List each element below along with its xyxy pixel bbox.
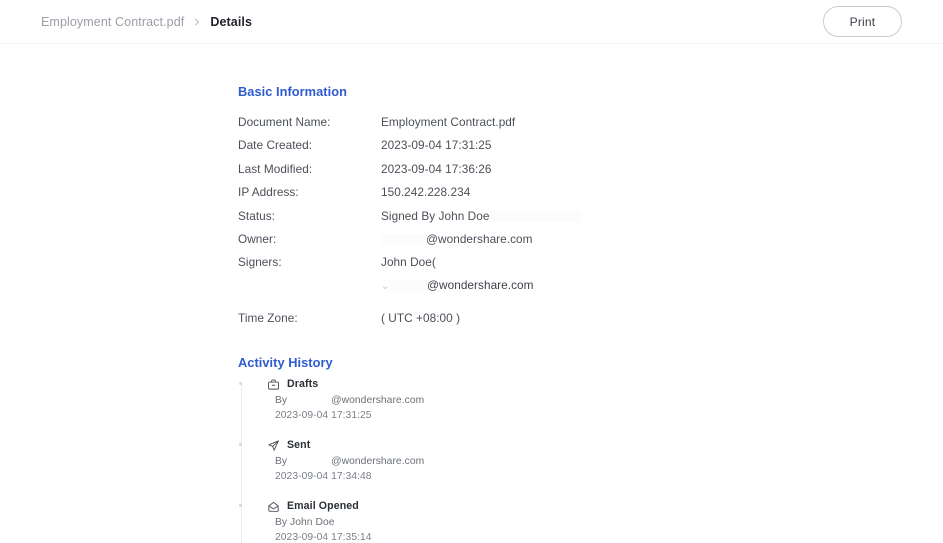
info-row-last-modified: Last Modified: 2023-09-04 17:36:26 bbox=[238, 158, 581, 181]
timeline-connector bbox=[241, 383, 242, 543]
info-label: Last Modified: bbox=[238, 158, 381, 181]
redacted-block bbox=[381, 234, 426, 245]
info-label: Date Created: bbox=[238, 134, 381, 157]
activity-author-email: @wondershare.com bbox=[331, 395, 424, 406]
activity-header: Drafts bbox=[267, 377, 943, 391]
info-value-owner: @wondershare.com bbox=[381, 228, 581, 251]
print-button[interactable]: Print bbox=[823, 6, 902, 37]
info-row-date-created: Date Created: 2023-09-04 17:31:25 bbox=[238, 134, 581, 157]
briefcase-icon bbox=[267, 378, 280, 391]
signer-name: John Doe( bbox=[381, 251, 581, 274]
details-content: Basic Information Document Name: Employm… bbox=[0, 44, 943, 543]
breadcrumb-current: Details bbox=[210, 15, 252, 29]
activity-item-drafts[interactable]: Drafts By @wondershare.com 2023-09-04 17:… bbox=[248, 377, 943, 421]
info-value: Employment Contract.pdf bbox=[381, 111, 581, 134]
info-label: IP Address: bbox=[238, 181, 381, 204]
basic-information-table: Document Name: Employment Contract.pdf D… bbox=[238, 111, 581, 330]
signer-caret-icon: ⌄ bbox=[381, 277, 389, 297]
envelope-open-icon bbox=[267, 500, 280, 513]
info-row-ip-address: IP Address: 150.242.228.234 bbox=[238, 181, 581, 204]
info-label: Document Name: bbox=[238, 111, 381, 134]
info-row-signers: Signers: John Doe( ⌄ @wondershare.com bbox=[238, 251, 581, 294]
info-row-document-name: Document Name: Employment Contract.pdf bbox=[238, 111, 581, 134]
activity-timeline: Drafts By @wondershare.com 2023-09-04 17:… bbox=[238, 377, 943, 543]
info-label: Signers: bbox=[238, 251, 381, 294]
signer-email-row: ⌄ @wondershare.com bbox=[381, 275, 581, 295]
info-row-owner: Owner: @wondershare.com bbox=[238, 228, 581, 251]
activity-timestamp: 2023-09-04 17:35:14 bbox=[267, 532, 943, 543]
activity-label: Sent bbox=[287, 439, 310, 451]
info-value-signers: John Doe( ⌄ @wondershare.com bbox=[381, 251, 581, 294]
info-label: Owner: bbox=[238, 228, 381, 251]
by-prefix: By bbox=[275, 395, 287, 406]
activity-timestamp: 2023-09-04 17:31:25 bbox=[267, 410, 943, 421]
info-label: Time Zone: bbox=[238, 307, 381, 330]
owner-email-domain: @wondershare.com bbox=[426, 232, 533, 246]
page-header: Employment Contract.pdf Details Print bbox=[0, 0, 943, 44]
activity-author: By @wondershare.com bbox=[267, 395, 943, 406]
status-text: Signed By John Doe bbox=[381, 209, 489, 223]
info-value-status: Signed By John Doe bbox=[381, 205, 581, 228]
info-value: 150.242.228.234 bbox=[381, 181, 581, 204]
activity-header: Sent bbox=[267, 438, 943, 452]
info-value: 2023-09-04 17:31:25 bbox=[381, 134, 581, 157]
info-label: Status: bbox=[238, 205, 381, 228]
activity-label: Drafts bbox=[287, 378, 318, 390]
activity-item-sent[interactable]: Sent By @wondershare.com 2023-09-04 17:34… bbox=[248, 438, 943, 482]
info-row-time-zone: Time Zone: ( UTC +08:00 ) bbox=[238, 307, 581, 330]
activity-author: By John Doe bbox=[267, 517, 943, 528]
breadcrumb-parent-link[interactable]: Employment Contract.pdf bbox=[41, 15, 184, 29]
row-spacer bbox=[238, 295, 581, 307]
chevron-right-icon bbox=[193, 18, 201, 26]
activity-history-title: Activity History bbox=[238, 355, 943, 370]
activity-author-email: @wondershare.com bbox=[331, 456, 424, 467]
activity-author: By @wondershare.com bbox=[267, 456, 943, 467]
info-row-status: Status: Signed By John Doe bbox=[238, 205, 581, 228]
activity-label: Email Opened bbox=[287, 500, 359, 512]
by-prefix: By bbox=[275, 456, 287, 467]
activity-item-email-opened[interactable]: Email Opened By John Doe 2023-09-04 17:3… bbox=[248, 499, 943, 543]
activity-author-name: John Doe bbox=[290, 517, 334, 528]
redacted-block bbox=[489, 211, 581, 222]
activity-timestamp: 2023-09-04 17:34:48 bbox=[267, 471, 943, 482]
redacted-block bbox=[389, 280, 427, 291]
activity-header: Email Opened bbox=[267, 499, 943, 513]
signer-email-domain: @wondershare.com bbox=[427, 278, 534, 292]
by-prefix: By bbox=[275, 517, 287, 528]
breadcrumb: Employment Contract.pdf Details bbox=[41, 15, 252, 29]
info-value: 2023-09-04 17:36:26 bbox=[381, 158, 581, 181]
basic-information-title: Basic Information bbox=[238, 84, 943, 99]
info-value: ( UTC +08:00 ) bbox=[381, 307, 581, 330]
paper-plane-icon bbox=[267, 439, 280, 452]
